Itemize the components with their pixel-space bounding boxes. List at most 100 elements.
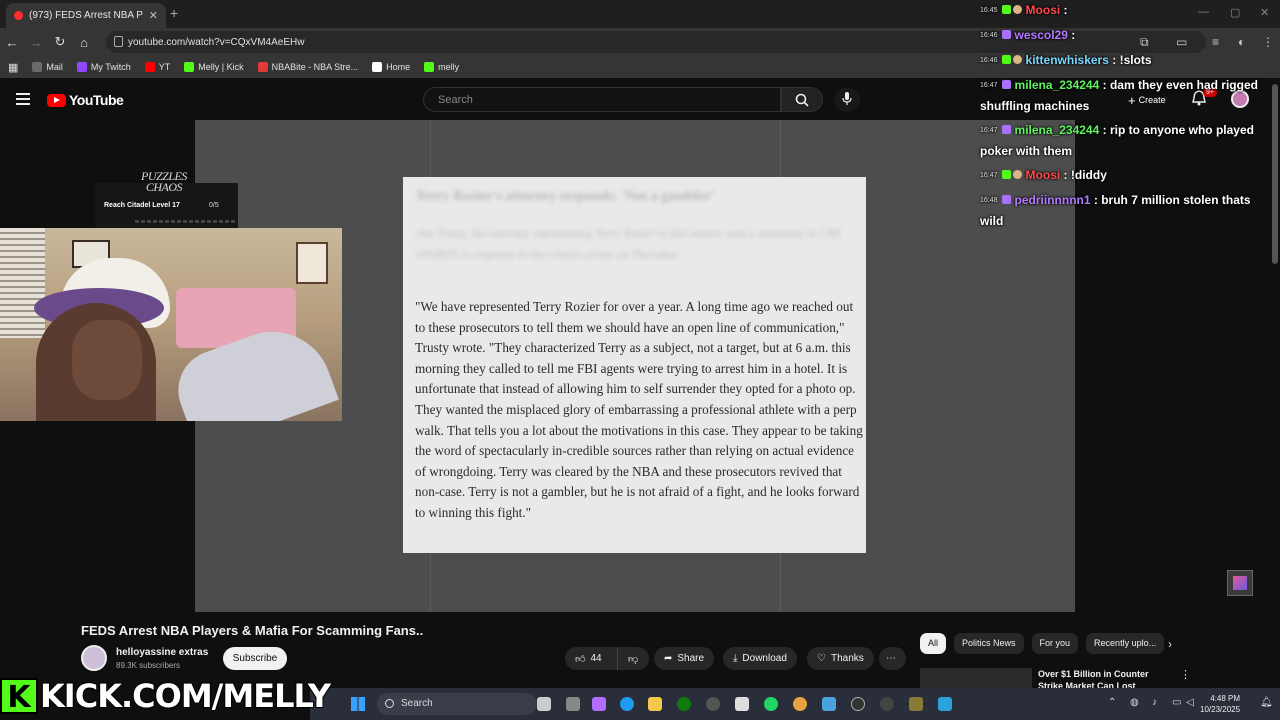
share-button[interactable]: ➦ Share bbox=[654, 647, 715, 670]
chat-username[interactable]: Moosi bbox=[1026, 168, 1061, 182]
kick-icon bbox=[184, 62, 195, 72]
chip-recently-uploaded[interactable]: Recently uplo... bbox=[1086, 633, 1165, 654]
chat-separator: : bbox=[1060, 3, 1068, 17]
tab-title: (973) FEDS Arrest NBA Play... bbox=[29, 10, 143, 21]
sticker-icon bbox=[1227, 570, 1253, 596]
like-button[interactable]: 👍︎ 44 bbox=[565, 647, 617, 670]
search-icon bbox=[795, 93, 809, 107]
chat-timestamp: 16:47 bbox=[980, 127, 998, 134]
chat-message: 16:47 milena_234244 : dam they even had r… bbox=[980, 75, 1276, 116]
chevron-right-icon[interactable]: › bbox=[1168, 637, 1172, 651]
thanks-button[interactable]: ♡ Thanks bbox=[807, 647, 874, 670]
twitch-badge-icon bbox=[1001, 30, 1011, 39]
more-actions-button[interactable]: ⋯ bbox=[879, 647, 906, 670]
search-button[interactable] bbox=[781, 87, 823, 112]
close-tab-icon[interactable]: ✕ bbox=[149, 9, 158, 22]
x-icon bbox=[372, 62, 383, 72]
logo-text: YouTube bbox=[69, 92, 124, 108]
chat-username[interactable]: milena_234244 bbox=[1015, 123, 1100, 137]
app-icon[interactable] bbox=[938, 697, 952, 711]
copilot-icon[interactable] bbox=[592, 697, 606, 711]
bookmark-mail[interactable]: Mail bbox=[32, 62, 63, 72]
site-info-icon[interactable] bbox=[114, 36, 123, 47]
channel-avatar[interactable] bbox=[81, 645, 107, 671]
chat-message: 16:46 wescol29 : bbox=[980, 25, 1276, 46]
obs-icon[interactable] bbox=[880, 697, 894, 711]
menu-icon[interactable] bbox=[16, 93, 30, 105]
puzzles-chaos-logo: PUZZLES CHAOS bbox=[141, 169, 187, 194]
system-clock[interactable]: 4:48 PM 10/23/2025 bbox=[1200, 693, 1240, 715]
twitch-badge-icon bbox=[1001, 195, 1011, 204]
chip-all[interactable]: All bbox=[920, 633, 947, 654]
network-icon[interactable]: ▭ bbox=[1172, 697, 1181, 708]
recommended-thumbnail[interactable] bbox=[920, 668, 1032, 690]
chat-separator: : bbox=[1099, 123, 1110, 137]
recommended-title[interactable]: Over $1 Billion in Counter Strike Market… bbox=[1038, 668, 1173, 690]
chat-username[interactable]: pedriinnnnn1 bbox=[1015, 193, 1091, 207]
streamer-webcam bbox=[0, 228, 342, 421]
bookmark-my-twitch[interactable]: My Twitch bbox=[76, 62, 131, 72]
twitch-icon bbox=[76, 62, 87, 72]
forward-icon[interactable]: → bbox=[24, 35, 48, 50]
volume-icon[interactable]: ◁ bbox=[1186, 697, 1194, 708]
search-input[interactable]: Search bbox=[423, 87, 781, 112]
chat-username[interactable]: Moosi bbox=[1026, 3, 1061, 17]
article-title: Terry Rozier's attorney responds: 'Not a… bbox=[416, 189, 715, 204]
app-icon[interactable] bbox=[909, 697, 923, 711]
chrome-icon[interactable] bbox=[793, 697, 807, 711]
new-tab-icon[interactable]: + bbox=[170, 5, 178, 21]
apps-grid-icon[interactable]: ▦ bbox=[8, 61, 18, 74]
kick-logo-icon: K bbox=[0, 678, 38, 715]
widget-icon[interactable] bbox=[537, 697, 551, 711]
youtube-logo[interactable]: YouTube bbox=[47, 92, 124, 108]
media-player-icon[interactable] bbox=[851, 697, 865, 711]
taskbar-search[interactable]: Search bbox=[377, 693, 537, 715]
reload-icon[interactable]: ↻ bbox=[48, 34, 72, 50]
voice-search-button[interactable] bbox=[834, 87, 860, 112]
home-icon[interactable]: ⌂ bbox=[72, 35, 96, 50]
task-view-icon[interactable] bbox=[566, 697, 580, 711]
bookmark-melly[interactable]: melly bbox=[424, 62, 459, 72]
windows-start-icon[interactable] bbox=[351, 697, 365, 711]
tray-expand-icon[interactable]: ⌃ bbox=[1108, 697, 1116, 708]
browser-tab-active[interactable]: (973) FEDS Arrest NBA Play... ✕ bbox=[6, 3, 166, 28]
chat-timestamp: 16:46 bbox=[980, 32, 998, 39]
store-icon[interactable] bbox=[735, 697, 749, 711]
chat-separator: : bbox=[1090, 193, 1102, 207]
subscribe-button[interactable]: Subscribe bbox=[223, 647, 287, 670]
steam-icon[interactable] bbox=[706, 697, 720, 711]
bookmark-yt[interactable]: YT bbox=[144, 62, 170, 72]
file-explorer-icon[interactable] bbox=[648, 697, 662, 711]
recommended-menu-icon[interactable]: ⋮ bbox=[1180, 668, 1191, 681]
twitch-badge-icon bbox=[1001, 125, 1011, 134]
channel-name[interactable]: helloyassine extras bbox=[116, 647, 208, 658]
chat-username[interactable]: milena_234244 bbox=[1015, 78, 1100, 92]
screen: (973) FEDS Arrest NBA Play... ✕ + — ▢ ✕ … bbox=[0, 0, 1280, 720]
bookmark-melly-kick[interactable]: Melly | Kick bbox=[184, 62, 244, 72]
chat-message: 16:47 Moosi : !diddy bbox=[980, 165, 1276, 186]
spotify-icon[interactable] bbox=[764, 697, 778, 711]
chip-for-you[interactable]: For you bbox=[1031, 633, 1079, 654]
chat-message: 16:48 pedriinnnnn1 : bruh 7 million stole… bbox=[980, 190, 1276, 231]
photos-icon[interactable] bbox=[822, 697, 836, 711]
chat-username[interactable]: wescol29 bbox=[1015, 28, 1068, 42]
chat-message: 16:45 Moosi : bbox=[980, 0, 1276, 21]
chat-timestamp: 16:47 bbox=[980, 172, 998, 179]
chat-username[interactable]: kittenwhiskers bbox=[1026, 53, 1109, 67]
bookmark-home[interactable]: Home bbox=[372, 62, 410, 72]
edge-icon[interactable] bbox=[620, 697, 634, 711]
download-button[interactable]: ⤓ Download bbox=[723, 647, 797, 670]
goal-progress-bar bbox=[135, 220, 235, 223]
chip-politics-news[interactable]: Politics News bbox=[954, 633, 1024, 654]
bookmark-nbabite[interactable]: NBABite - NBA Stre... bbox=[257, 62, 358, 72]
xbox-icon[interactable] bbox=[677, 697, 691, 711]
kick-banner: K KICK.COM/MELLY bbox=[0, 672, 332, 720]
microphone-tray-icon[interactable]: ♪ bbox=[1152, 697, 1157, 708]
dislike-button[interactable]: 👎︎ bbox=[617, 647, 649, 670]
notification-center-icon[interactable]: 🔔︎ bbox=[1260, 697, 1273, 708]
back-icon[interactable]: ← bbox=[0, 35, 24, 50]
chat-separator: : bbox=[1060, 168, 1071, 182]
youtube-favicon-icon bbox=[14, 11, 23, 20]
tray-app-icon[interactable]: ◍ bbox=[1130, 697, 1139, 708]
chat-separator: : bbox=[1108, 53, 1120, 67]
